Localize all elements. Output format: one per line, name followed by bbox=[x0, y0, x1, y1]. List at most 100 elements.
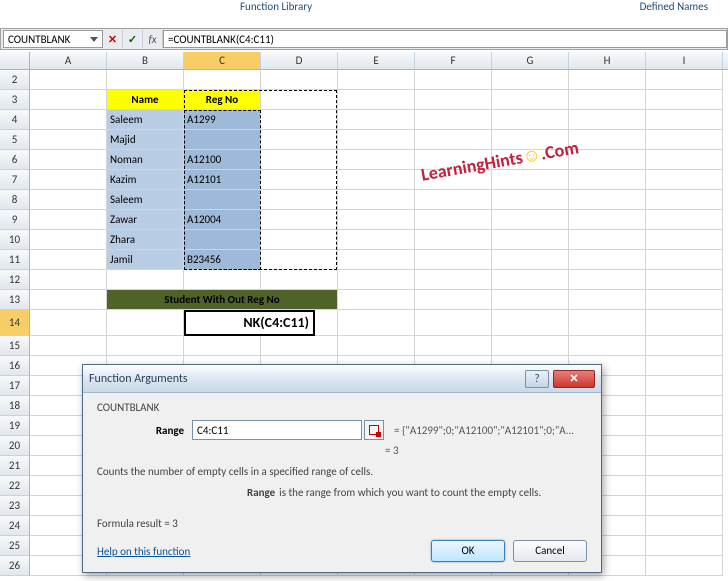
cell-A2[interactable] bbox=[30, 70, 107, 90]
cell-G12[interactable] bbox=[492, 270, 569, 290]
cell-F12[interactable] bbox=[415, 270, 492, 290]
dialog-close-button[interactable]: ✕ bbox=[553, 370, 595, 388]
cell-A5[interactable] bbox=[30, 130, 107, 150]
cell-F4[interactable] bbox=[415, 110, 492, 130]
cell-D4[interactable] bbox=[261, 110, 338, 130]
active-cell-C14[interactable]: NK(C4:C11) bbox=[184, 310, 315, 336]
cancel-button[interactable]: Cancel bbox=[513, 540, 587, 562]
cell-A9[interactable] bbox=[30, 210, 107, 230]
row-8[interactable]: 8 bbox=[0, 190, 30, 210]
header-name[interactable]: Name bbox=[107, 90, 184, 110]
cell-H7[interactable] bbox=[569, 170, 646, 190]
help-on-function-link[interactable]: Help on this function bbox=[97, 545, 190, 558]
cell-A13[interactable] bbox=[30, 290, 107, 310]
cell-A8[interactable] bbox=[30, 190, 107, 210]
col-E[interactable]: E bbox=[338, 52, 415, 69]
row-19[interactable]: 19 bbox=[0, 416, 30, 436]
cell-G8[interactable] bbox=[492, 190, 569, 210]
select-all-corner[interactable] bbox=[0, 52, 30, 69]
cell-E5[interactable] bbox=[338, 130, 415, 150]
cell-I22[interactable] bbox=[646, 476, 723, 496]
cell-F15[interactable] bbox=[415, 336, 492, 356]
cell-F14[interactable] bbox=[415, 310, 492, 336]
cell-G4[interactable] bbox=[492, 110, 569, 130]
row-2[interactable]: 2 bbox=[0, 70, 30, 90]
cell-H14[interactable] bbox=[569, 310, 646, 336]
row-24[interactable]: 24 bbox=[0, 516, 30, 536]
cell-A11[interactable] bbox=[30, 250, 107, 270]
cell-B12[interactable] bbox=[107, 270, 184, 290]
cell-I9[interactable] bbox=[646, 210, 723, 230]
col-I[interactable]: I bbox=[646, 52, 723, 69]
cell-A10[interactable] bbox=[30, 230, 107, 250]
cell-B2[interactable] bbox=[107, 70, 184, 90]
cell-D14b[interactable] bbox=[315, 310, 338, 336]
cell-H10[interactable] bbox=[569, 230, 646, 250]
cell-I14[interactable] bbox=[646, 310, 723, 336]
name-box[interactable]: COUNTBLANK bbox=[3, 30, 103, 48]
row-16[interactable]: 16 bbox=[0, 356, 30, 376]
cell-B6[interactable]: Noman bbox=[107, 150, 184, 170]
cell-C15[interactable] bbox=[184, 336, 261, 356]
cell-I26[interactable] bbox=[646, 556, 723, 576]
row-22[interactable]: 22 bbox=[0, 476, 30, 496]
cell-I13[interactable] bbox=[646, 290, 723, 310]
row-15[interactable]: 15 bbox=[0, 336, 30, 356]
cell-E15[interactable] bbox=[338, 336, 415, 356]
row-26[interactable]: 26 bbox=[0, 556, 30, 576]
cell-I24[interactable] bbox=[646, 516, 723, 536]
cell-B8[interactable]: Saleem bbox=[107, 190, 184, 210]
cell-E11[interactable] bbox=[338, 250, 415, 270]
cell-D9[interactable] bbox=[261, 210, 338, 230]
cell-C12[interactable] bbox=[184, 270, 261, 290]
row-21[interactable]: 21 bbox=[0, 456, 30, 476]
cell-C11[interactable]: B23456 bbox=[184, 250, 261, 270]
dialog-help-button[interactable]: ? bbox=[525, 370, 549, 388]
cell-C7[interactable]: A12101 bbox=[184, 170, 261, 190]
formula-input[interactable]: =COUNTBLANK(C4:C11) bbox=[163, 30, 727, 48]
cell-I20[interactable] bbox=[646, 436, 723, 456]
cell-F3[interactable] bbox=[415, 90, 492, 110]
cell-H8[interactable] bbox=[569, 190, 646, 210]
cell-A6[interactable] bbox=[30, 150, 107, 170]
cell-G7[interactable] bbox=[492, 170, 569, 190]
cell-D8[interactable] bbox=[261, 190, 338, 210]
cell-E6[interactable] bbox=[338, 150, 415, 170]
accept-formula-button[interactable]: ✓ bbox=[123, 30, 143, 48]
cancel-formula-button[interactable]: ✕ bbox=[103, 30, 123, 48]
row-14[interactable]: 14 bbox=[0, 310, 30, 336]
cell-C4[interactable]: A1299 bbox=[184, 110, 261, 130]
cell-G10[interactable] bbox=[492, 230, 569, 250]
cell-G15[interactable] bbox=[492, 336, 569, 356]
cell-B14[interactable] bbox=[107, 310, 184, 336]
col-D[interactable]: D bbox=[261, 52, 338, 69]
range-input[interactable] bbox=[192, 420, 362, 440]
cell-I16[interactable] bbox=[646, 356, 723, 376]
col-H[interactable]: H bbox=[569, 52, 646, 69]
cell-C9[interactable]: A12004 bbox=[184, 210, 261, 230]
cell-C8[interactable] bbox=[184, 190, 261, 210]
collapse-dialog-button[interactable] bbox=[364, 420, 384, 440]
row-6[interactable]: 6 bbox=[0, 150, 30, 170]
cell-B4[interactable]: Saleem bbox=[107, 110, 184, 130]
cell-A14[interactable] bbox=[30, 310, 107, 336]
cell-H2[interactable] bbox=[569, 70, 646, 90]
row-13[interactable]: 13 bbox=[0, 290, 30, 310]
merged-title[interactable]: Student With Out Reg No bbox=[107, 290, 338, 310]
cell-A15[interactable] bbox=[30, 336, 107, 356]
cell-I23[interactable] bbox=[646, 496, 723, 516]
cell-D11[interactable] bbox=[261, 250, 338, 270]
cell-I5[interactable] bbox=[646, 130, 723, 150]
cell-I17[interactable] bbox=[646, 376, 723, 396]
cell-B15[interactable] bbox=[107, 336, 184, 356]
cell-I2[interactable] bbox=[646, 70, 723, 90]
cell-F5[interactable] bbox=[415, 130, 492, 150]
insert-function-button[interactable]: fx bbox=[143, 30, 163, 48]
cell-H4[interactable] bbox=[569, 110, 646, 130]
cell-F8[interactable] bbox=[415, 190, 492, 210]
cell-G14[interactable] bbox=[492, 310, 569, 336]
cell-D10[interactable] bbox=[261, 230, 338, 250]
cell-I4[interactable] bbox=[646, 110, 723, 130]
col-F[interactable]: F bbox=[415, 52, 492, 69]
cell-I7[interactable] bbox=[646, 170, 723, 190]
